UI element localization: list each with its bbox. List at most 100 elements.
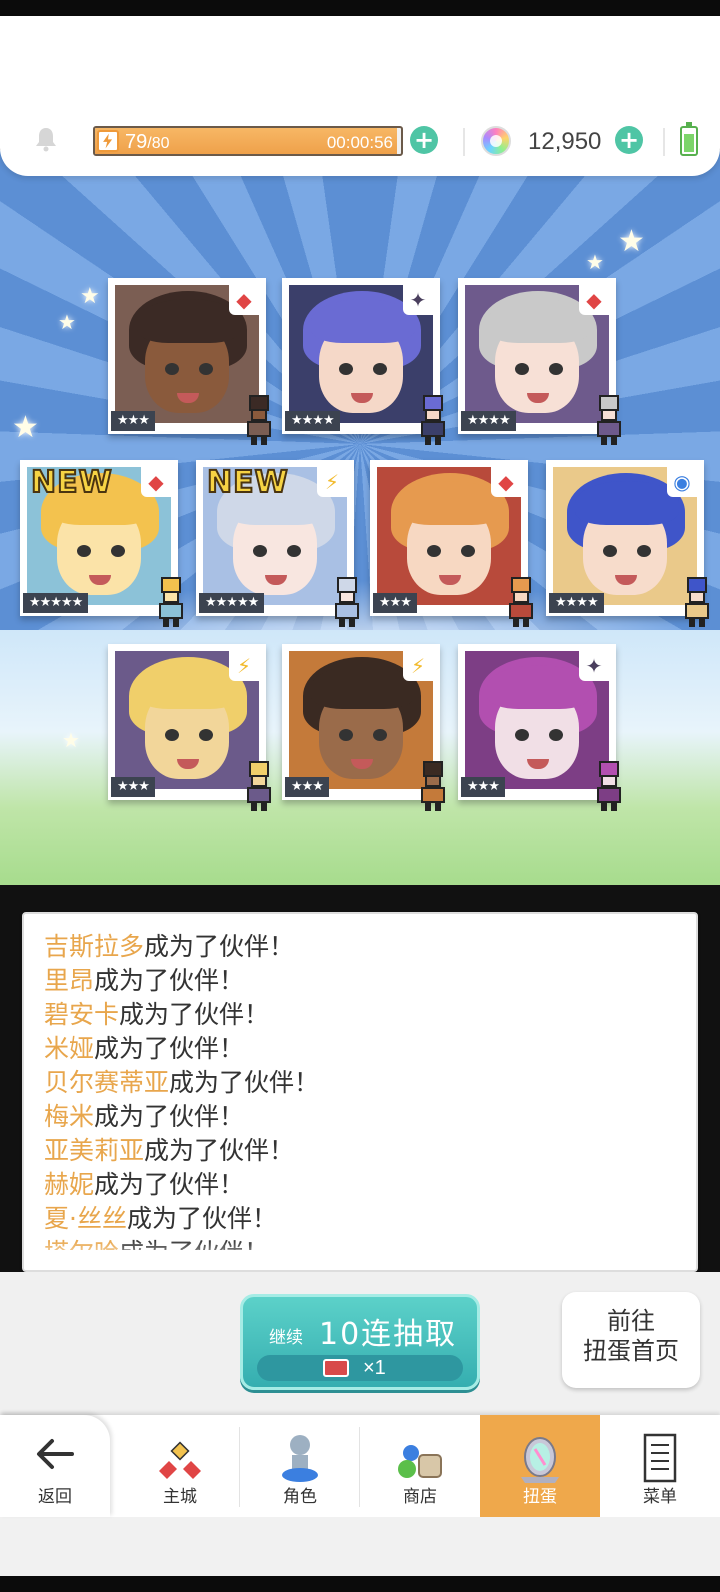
stamina-lightning-icon [97, 130, 119, 152]
character-card[interactable]: ◆ ★★★ [108, 278, 271, 445]
character-name: 吉斯拉多 [44, 932, 145, 961]
battery-icon [680, 122, 698, 156]
character-card[interactable]: ⚡ ★★★ [108, 644, 271, 811]
fire-element-icon: ◆ [491, 467, 521, 497]
pixel-sprite-icon [677, 577, 717, 627]
new-badge: NEW [206, 464, 289, 501]
castle-gems-icon [159, 1441, 201, 1479]
character-card[interactable]: ✦ ★★★★ [282, 278, 445, 445]
pixel-sprite-icon [151, 577, 191, 627]
character-name: 碧安卡 [44, 1000, 120, 1029]
divider [463, 128, 465, 156]
goto-gacha-home-button[interactable]: 前往 扭蛋首页 [562, 1292, 700, 1388]
fire-element-icon: ◆ [579, 285, 609, 315]
character-name: 里昂 [44, 966, 95, 995]
recruit-log-entry: 米娅成为了伙伴！ [44, 1032, 664, 1066]
nav-item-shop[interactable]: 商店 [360, 1415, 480, 1517]
character-card[interactable]: ◉ ★★★★ [546, 460, 709, 627]
nav-item-gacha[interactable]: 扭蛋 [480, 1415, 600, 1517]
rarity-stars: ★★★★★ [23, 593, 89, 613]
goto-label-line1: 前往 [607, 1307, 655, 1335]
recruit-suffix: 成为了伙伴！ [169, 1068, 320, 1097]
dark-element-icon: ✦ [579, 651, 609, 681]
stamina-value: 79/80 [125, 131, 170, 153]
nav-item-characters[interactable]: 角色 [240, 1415, 360, 1517]
nav-item-main-city[interactable]: 主城 [120, 1415, 240, 1517]
recruit-suffix: 成为了伙伴！ [94, 1102, 245, 1131]
recruit-suffix: 成为了伙伴！ [94, 1170, 245, 1199]
fire-element-icon: ◆ [141, 467, 171, 497]
thunder-element-icon: ⚡ [317, 467, 347, 497]
nav-label: 扭蛋 [523, 1487, 557, 1507]
recruit-log-entry: 贝尔赛蒂亚成为了伙伴！ [44, 1066, 664, 1100]
character-name: 赫妮 [44, 1170, 95, 1199]
recruit-suffix: 成为了伙伴！ [119, 1000, 270, 1029]
gacha-ticket-icon [323, 1359, 349, 1377]
pixel-sprite-icon [589, 761, 629, 811]
rainbow-gem-icon [481, 126, 511, 156]
rarity-stars: ★★★ [111, 411, 155, 431]
character-card[interactable]: ⚡ ★★★★★ NEW [196, 460, 359, 627]
rarity-stars: ★★★ [373, 593, 417, 613]
character-name: 米娅 [44, 1034, 95, 1063]
recruit-log-entry: 碧安卡成为了伙伴！ [44, 998, 664, 1032]
fire-element-icon: ◆ [229, 285, 259, 315]
recruit-log-list: 吉斯拉多成为了伙伴！ 里昂成为了伙伴！ 碧安卡成为了伙伴！ 米娅成为了伙伴！ 贝尔赛蒂亚… [44, 930, 664, 1250]
recruit-log-entry: 夏·丝丝成为了伙伴！ [44, 1202, 664, 1236]
thunder-element-icon: ⚡ [403, 651, 433, 681]
recruit-log-panel[interactable]: 吉斯拉多成为了伙伴！ 里昂成为了伙伴！ 碧安卡成为了伙伴！ 米娅成为了伙伴！ 贝尔赛蒂亚… [22, 912, 698, 1272]
character-card[interactable]: ⚡ ★★★ [282, 644, 445, 811]
back-label: 返回 [38, 1487, 72, 1507]
recruit-suffix: 成为了伙伴！ [126, 1204, 277, 1233]
character-name: 梅米 [44, 1102, 95, 1131]
nav-label: 角色 [283, 1487, 317, 1507]
rarity-stars: ★★★★ [549, 593, 604, 613]
character-name: 夏·丝丝 [44, 1204, 127, 1233]
character-card[interactable]: ◆ ★★★★★ NEW [20, 460, 183, 627]
sparkle-star-icon: ★ [12, 410, 39, 445]
back-button[interactable]: 返回 [0, 1415, 110, 1517]
sparkle-star-icon: ★ [618, 224, 645, 259]
ten-pull-button[interactable]: 继续 10连抽取 ×1 [240, 1294, 480, 1390]
pixel-sprite-icon [327, 577, 367, 627]
character-card[interactable]: ◆ ★★★ [370, 460, 533, 627]
back-arrow-icon [37, 1439, 74, 1469]
sparkle-star-icon: ★ [586, 250, 604, 274]
recruit-log-entry: 亚美莉亚成为了伙伴！ [44, 1134, 664, 1168]
character-card[interactable]: ✦ ★★★ [458, 644, 621, 811]
character-name: 贝尔赛蒂亚 [44, 1068, 170, 1097]
rarity-stars: ★★★★ [461, 411, 516, 431]
system-status-bar [0, 0, 720, 16]
log-fade-overlay [24, 1240, 696, 1270]
recruit-log-entry: 赫妮成为了伙伴！ [44, 1168, 664, 1202]
nav-label: 主城 [163, 1487, 197, 1507]
add-gems-button[interactable]: + [615, 126, 643, 154]
nav-label: 菜单 [643, 1487, 677, 1507]
sparkle-star-icon: ★ [58, 310, 76, 334]
pull-cost-pill: ×1 [257, 1355, 463, 1381]
rarity-stars: ★★★ [461, 777, 505, 797]
divider [663, 128, 665, 156]
resource-header: 79/80 00:00:56 + 12,950 + [0, 16, 720, 176]
recruit-log-entry: 梅米成为了伙伴！ [44, 1100, 664, 1134]
pull-cost-multiplier: ×1 [363, 1357, 386, 1379]
gem-count: 12,950 [528, 128, 602, 155]
sparkle-star-icon: ★ [62, 728, 80, 752]
pixel-sprite-icon [239, 395, 279, 445]
sparkle-star-icon: ★ [80, 284, 100, 309]
stamina-timer: 00:00:56 [326, 133, 393, 152]
recruit-suffix: 成为了伙伴！ [94, 1034, 245, 1063]
notification-bell-icon[interactable] [34, 126, 58, 152]
recruit-log-entry: 吉斯拉多成为了伙伴！ [44, 930, 664, 964]
ten-pull-label: 10连抽取 [319, 1317, 458, 1352]
continue-label: 继续 [269, 1328, 303, 1348]
nav-item-menu[interactable]: 菜单 [600, 1415, 720, 1517]
pixel-sprite-icon [413, 761, 453, 811]
add-stamina-button[interactable]: + [410, 126, 438, 154]
new-badge: NEW [30, 464, 113, 501]
nav-label: 商店 [403, 1487, 437, 1507]
recruit-log-entry: 里昂成为了伙伴！ [44, 964, 664, 998]
character-bust-icon [282, 1435, 318, 1482]
thunder-element-icon: ⚡ [229, 651, 259, 681]
character-card[interactable]: ◆ ★★★★ [458, 278, 621, 445]
